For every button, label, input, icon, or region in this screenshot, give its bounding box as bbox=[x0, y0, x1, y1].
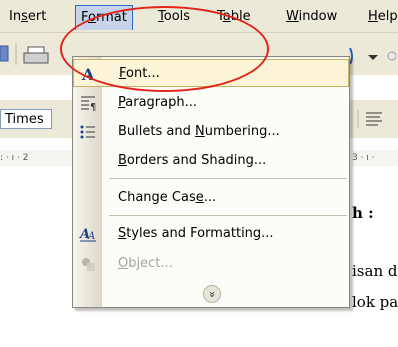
toolbar-partial-icon[interactable] bbox=[0, 43, 14, 65]
menu-format[interactable]: Format bbox=[75, 5, 133, 30]
styles-icon: A A bbox=[79, 225, 97, 243]
font-name-box[interactable]: Times bbox=[0, 109, 52, 129]
ruler-right: 3 · ı · bbox=[352, 150, 398, 166]
menu-table[interactable]: Table bbox=[215, 8, 253, 26]
menu-item-borders-shading[interactable]: Borders and Shading... bbox=[73, 147, 349, 175]
menu-item-font[interactable]: A Font... bbox=[73, 59, 349, 87]
menu-insert[interactable]: Insert bbox=[7, 8, 48, 26]
menu-bar: Insert Format Tools Table Window Help bbox=[0, 0, 398, 33]
object-icon bbox=[79, 255, 97, 273]
svg-text:A: A bbox=[87, 231, 95, 242]
menu-separator bbox=[109, 178, 347, 179]
menu-item-bullets-numbering[interactable]: Bullets and Numbering... bbox=[73, 118, 349, 146]
menu-item-paragraph[interactable]: ¶ Paragraph... bbox=[73, 89, 349, 117]
document-text-line-1: h : bbox=[352, 204, 374, 222]
menu-item-styles-formatting[interactable]: A A Styles and Formatting... bbox=[73, 220, 349, 248]
bullets-icon bbox=[79, 123, 97, 141]
menu-item-object[interactable]: Object... bbox=[73, 250, 349, 278]
svg-text:¶: ¶ bbox=[90, 102, 96, 112]
menu-item-change-case[interactable]: Change Case... bbox=[73, 184, 349, 212]
format-menu: A Font... ¶ Paragraph... Bullets and Num… bbox=[72, 56, 350, 308]
document-text-line-3: lok pa bbox=[352, 293, 398, 311]
ruler-left: : · ı · 2 bbox=[0, 150, 72, 166]
undo-dropdown-icon[interactable] bbox=[348, 45, 396, 67]
menu-help[interactable]: Help bbox=[366, 8, 398, 26]
align-icon[interactable] bbox=[352, 108, 396, 130]
expand-menu-chevron-icon[interactable]: » bbox=[203, 285, 221, 303]
menu-tools[interactable]: Tools bbox=[156, 8, 192, 26]
font-a-icon: A bbox=[80, 65, 98, 83]
print-icon[interactable] bbox=[14, 41, 62, 67]
paragraph-icon: ¶ bbox=[79, 94, 97, 112]
menu-separator bbox=[109, 215, 347, 216]
svg-text:A: A bbox=[81, 65, 95, 83]
menu-window[interactable]: Window bbox=[284, 8, 339, 26]
document-text-line-2: isan d bbox=[352, 262, 398, 280]
